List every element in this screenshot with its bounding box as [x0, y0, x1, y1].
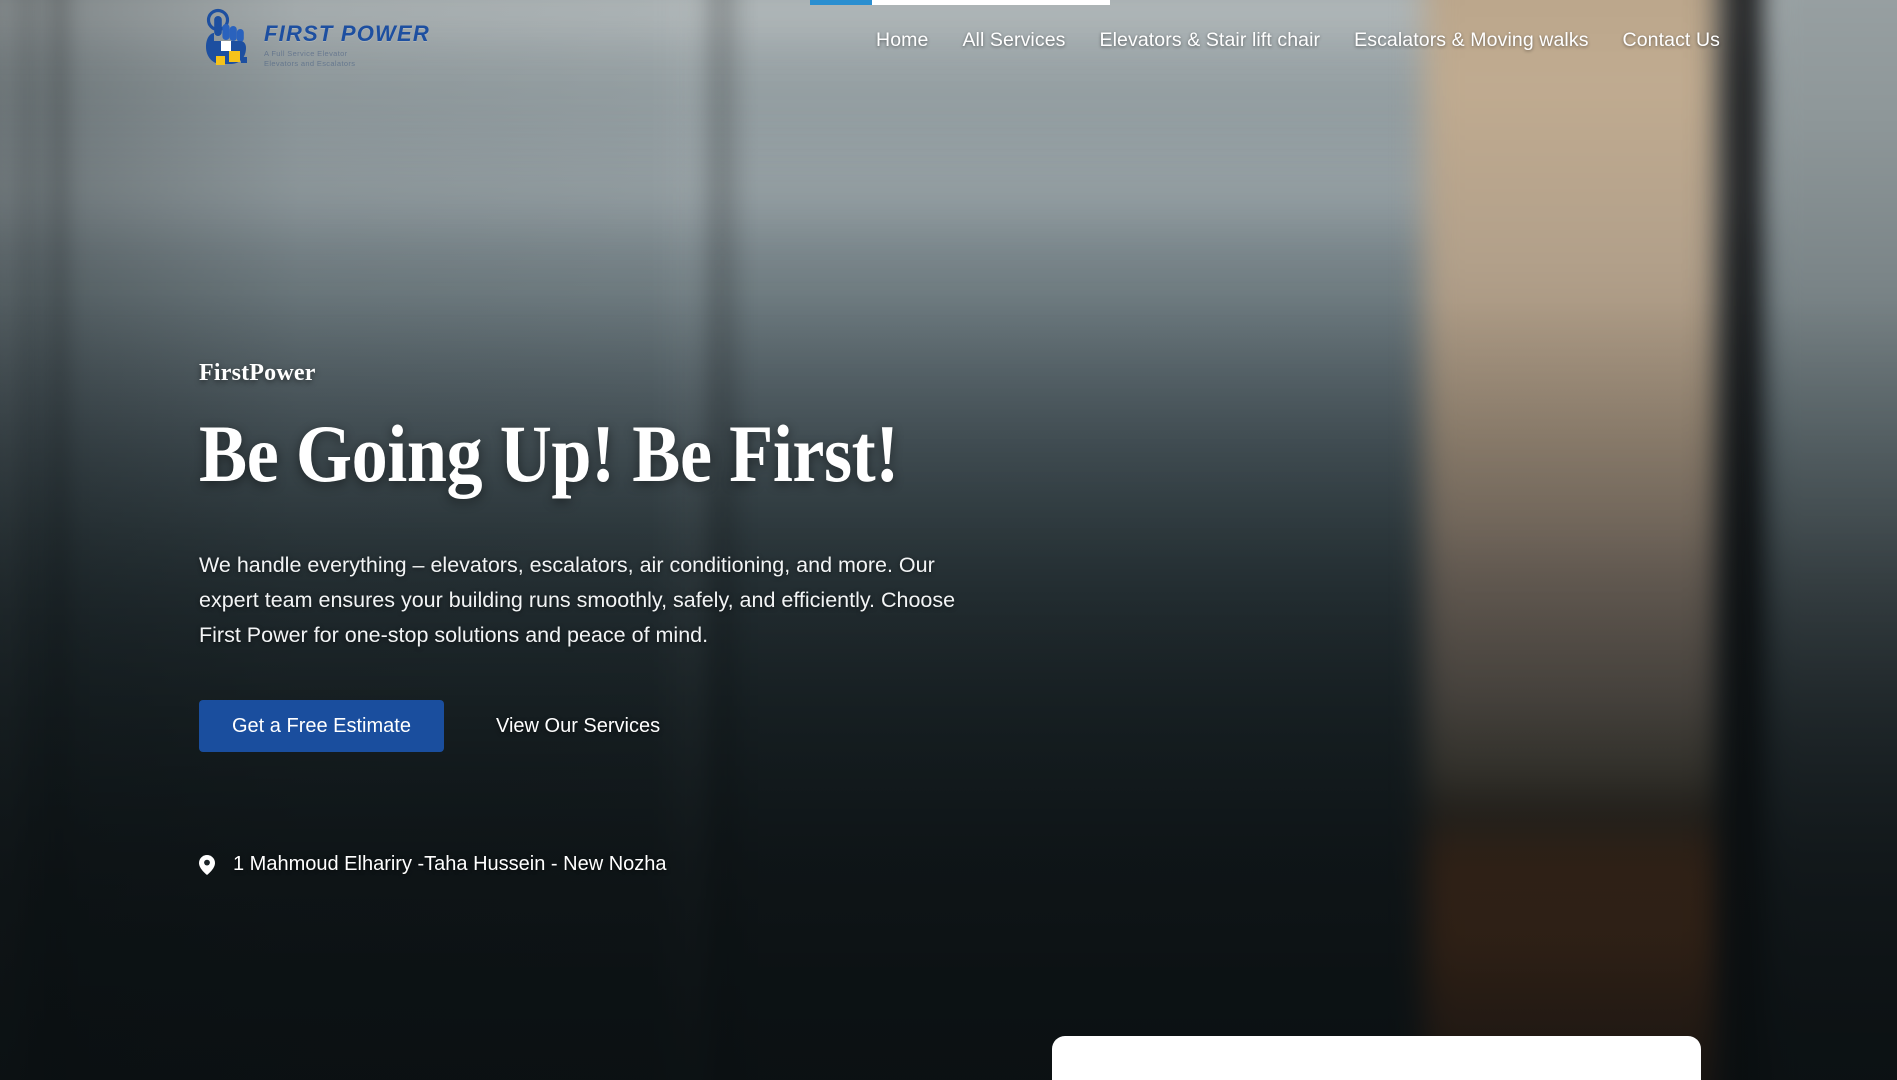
nav-item-elevators-stair-lift-chair[interactable]: Elevators & Stair lift chair	[1083, 0, 1338, 80]
brand-wordmark: FIRST POWER A Full Service Elevator Elev…	[264, 7, 430, 69]
hero-eyebrow: FirstPower	[199, 360, 316, 386]
get-free-estimate-button[interactable]: Get a Free Estimate	[199, 700, 444, 753]
site-header: FIRST POWER A Full Service Elevator Elev…	[0, 0, 1897, 80]
pointing-hand-tap-icon	[206, 9, 247, 66]
brand-tagline-line-2: Elevators and Escalators	[264, 59, 356, 69]
address-strip[interactable]: 1 Mahmoud Elhariry -Taha Hussein - New N…	[199, 853, 667, 876]
brand-tagline-line-1: A Full Service Elevator	[264, 49, 348, 58]
hero-title: Be Going Up! Be First!	[199, 408, 899, 499]
logo-square-yellow-2	[216, 56, 225, 66]
logo-square-blue	[241, 57, 247, 64]
nav-item-home[interactable]: Home	[859, 0, 945, 80]
next-section-card	[1052, 1036, 1701, 1080]
view-our-services-button[interactable]: View Our Services	[476, 700, 680, 752]
logo-square-yellow-1	[229, 51, 240, 63]
hero-cta-group: Get a Free Estimate View Our Services	[199, 700, 1029, 753]
hero-description: We handle everything – elevators, escala…	[199, 553, 956, 648]
hero-section: FirstPower Be Going Up! Be First! We han…	[199, 360, 1029, 753]
main-navigation: Home All Services Elevators & Stair lift c…	[859, 0, 1737, 80]
nav-item-escalators-moving-walks[interactable]: Escalators & Moving walks	[1337, 0, 1605, 80]
brand-name: FIRST POWER	[264, 21, 430, 46]
nav-item-contact-us[interactable]: Contact Us	[1606, 0, 1737, 80]
brand-logo-link[interactable]: FIRST POWER A Full Service Elevator Elev…	[196, 7, 430, 69]
nav-item-all-services[interactable]: All Services	[945, 0, 1082, 80]
map-pin-icon	[199, 854, 215, 875]
brand-tagline: A Full Service Elevator Elevators and Es…	[264, 49, 430, 69]
logo-square-white	[221, 41, 231, 52]
address-text: 1 Mahmoud Elhariry -Taha Hussein - New N…	[233, 853, 667, 875]
page-stage: FIRST POWER A Full Service Elevator Elev…	[0, 0, 1897, 1080]
